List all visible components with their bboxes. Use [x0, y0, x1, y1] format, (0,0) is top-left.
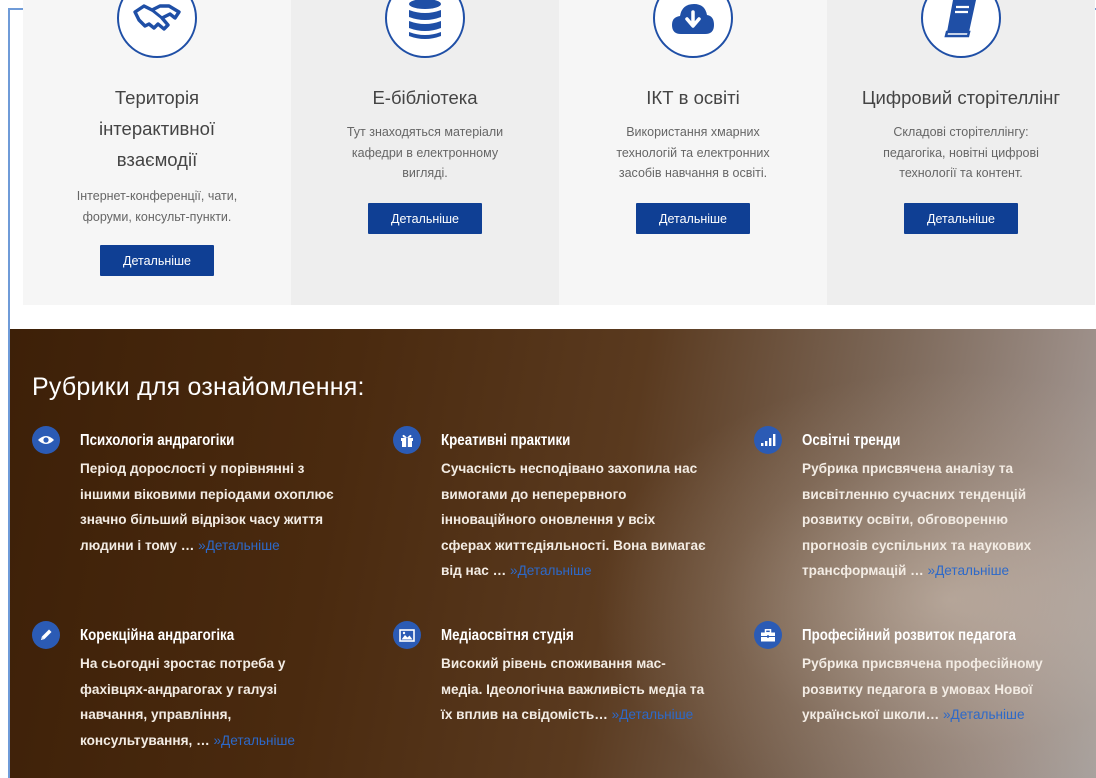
read-more-link[interactable]: »Детальніше	[510, 563, 592, 578]
gift-icon	[393, 426, 421, 454]
service-title: Цифровий сторітеллінг	[861, 87, 1061, 108]
rubric-title[interactable]: Медіаосвітня студія	[441, 627, 574, 645]
rubric-title[interactable]: Освітні тренди	[802, 432, 900, 450]
rubrics-section: Рубрики для ознайомлення: Психологія анд…	[10, 329, 1096, 778]
handshake-icon	[117, 0, 197, 58]
rubric-excerpt: Рубрика присвячена професійному розвитку…	[802, 656, 1043, 722]
service-card-storytelling: Цифровий сторітеллінг Складові сторітелл…	[827, 0, 1095, 305]
rubric-excerpt: Сучасність несподівано захопила нас вимо…	[441, 461, 706, 578]
service-card-interaction: Територія інтерактивної взаємодії Інтерн…	[23, 0, 291, 305]
pencil-icon	[32, 621, 60, 649]
rubrics-heading: Рубрики для ознайомлення:	[32, 373, 365, 401]
rubric-excerpt: Рубрика присвячена аналізу та висвітленн…	[802, 461, 1032, 578]
services-row: Територія інтерактивної взаємодії Інтерн…	[23, 0, 1096, 305]
read-more-link[interactable]: »Детальніше	[198, 538, 280, 553]
service-description: Тут знаходяться матеріали кафедри в елек…	[346, 125, 504, 180]
rubric-excerpt: Період дорослості у порівнянні з іншими …	[80, 461, 334, 553]
details-button[interactable]: Детальніше	[100, 245, 214, 276]
read-more-link[interactable]: »Детальніше	[213, 733, 295, 748]
rubric-title[interactable]: Психологія андрагогіки	[80, 432, 234, 450]
book-icon	[921, 0, 1001, 58]
service-title: Територія інтерактивної взаємодії	[98, 87, 216, 170]
read-more-link[interactable]: »Детальніше	[612, 707, 694, 722]
details-button[interactable]: Детальніше	[904, 203, 1018, 234]
picture-icon	[393, 621, 421, 649]
read-more-link[interactable]: »Детальніше	[943, 707, 1025, 722]
cloud-download-icon	[653, 0, 733, 58]
details-button[interactable]: Детальніше	[368, 203, 482, 234]
service-description: Складові сторітеллінгу: педагогіка, нові…	[883, 125, 1039, 180]
read-more-link[interactable]: »Детальніше	[928, 563, 1010, 578]
database-icon	[385, 0, 465, 58]
rubric-title[interactable]: Креативні практики	[441, 432, 570, 450]
eye-icon	[32, 426, 60, 454]
rubric-excerpt: На сьогодні зростає потреба у фахівцях-а…	[80, 656, 295, 748]
service-card-elibrary: Е-бібліотека Тут знаходяться матеріали к…	[291, 0, 559, 305]
details-button[interactable]: Детальніше	[636, 203, 750, 234]
briefcase-icon	[754, 621, 782, 649]
service-card-ict: ІКТ в освіті Використання хмарних технол…	[559, 0, 827, 305]
service-title: ІКТ в освіті	[646, 87, 740, 108]
service-description: Інтернет-конференції, чати, форуми, конс…	[76, 189, 238, 224]
rubric-title[interactable]: Корекційна андрагогіка	[80, 627, 234, 645]
rubric-title[interactable]: Професійний розвиток педагога	[802, 627, 1016, 645]
service-title: Е-бібліотека	[372, 87, 478, 108]
bar-chart-icon	[754, 426, 782, 454]
service-description: Використання хмарних технологій та елект…	[616, 125, 770, 180]
rubric-excerpt: Високий рівень споживання мас- медіа. Ід…	[441, 656, 705, 722]
